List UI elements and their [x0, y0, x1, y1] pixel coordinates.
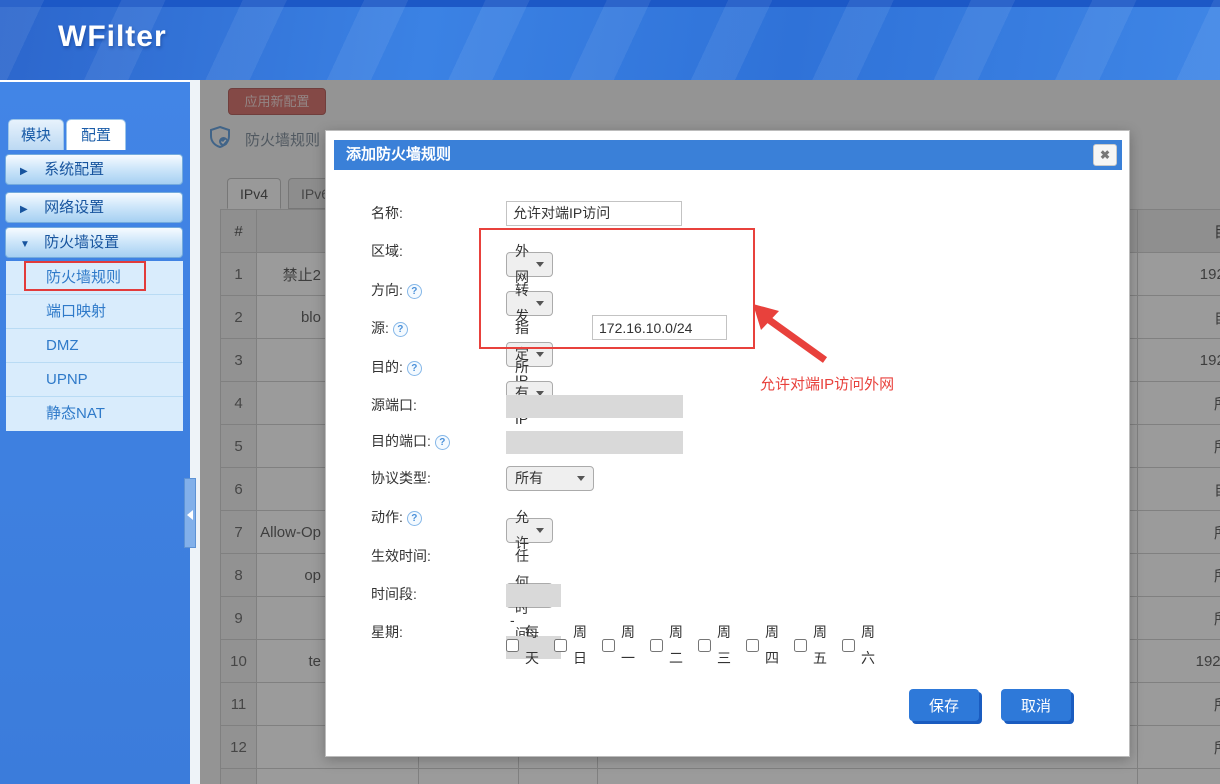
sidebar-group-label: 系统配置: [44, 161, 104, 178]
weekday-checkbox-thu[interactable]: [746, 638, 759, 653]
field-row-source: 源: ? 指定IP: [371, 315, 467, 341]
period-start-input-disabled: [506, 584, 561, 607]
chevron-right-icon: ▶: [20, 157, 40, 186]
help-icon[interactable]: ?: [407, 511, 422, 526]
sidebar-tab-modules[interactable]: 模块: [8, 119, 64, 150]
source-port-label: 源端口:: [371, 392, 467, 418]
help-icon[interactable]: ?: [407, 361, 422, 376]
source-port-input-disabled: [506, 395, 683, 418]
action-select[interactable]: 允许: [506, 518, 553, 543]
help-icon[interactable]: ?: [393, 322, 408, 337]
sidebar-item-port-mapping[interactable]: 端口映射: [6, 295, 183, 329]
weekday-option: 周二: [650, 619, 685, 671]
weekday-checkbox-everyday[interactable]: [506, 638, 519, 653]
field-row-dport: 目的端口: ?: [371, 428, 467, 454]
save-button[interactable]: 保存: [909, 689, 979, 721]
field-row-effective-time: 生效时间: 任何时间: [371, 543, 467, 569]
field-row-dest: 目的: ? 所有IP: [371, 354, 467, 380]
banner-top-strip: [0, 0, 1220, 7]
field-row-weekdays: 星期: 每天 周日 周一 周二 周三 周四 周五 周六: [371, 619, 467, 645]
rule-name-input[interactable]: [506, 201, 682, 226]
close-icon: ✖: [1100, 148, 1110, 162]
field-row-period: 时间段: -: [371, 581, 467, 607]
field-row-action: 动作: ? 允许: [371, 504, 467, 530]
chevron-right-icon: ▶: [20, 195, 40, 224]
annotation-text: 允许对端IP访问外网: [760, 373, 894, 394]
sidebar-group-network-settings[interactable]: ▶ 网络设置: [5, 192, 183, 223]
weekday-checkbox-fri[interactable]: [794, 638, 807, 653]
direction-label: 方向:: [371, 282, 403, 298]
effective-time-label: 生效时间:: [371, 543, 467, 569]
zone-select[interactable]: 外网: [506, 252, 553, 277]
source-ip-input[interactable]: [592, 315, 727, 340]
sidebar-item-dmz[interactable]: DMZ: [6, 329, 183, 363]
field-row-name: 名称:: [371, 200, 467, 226]
field-row-zone: 区域: 外网: [371, 238, 467, 264]
weekday-checkbox-mon[interactable]: [602, 638, 615, 653]
dest-port-label: 目的端口:: [371, 433, 431, 449]
direction-select[interactable]: 转发: [506, 291, 553, 316]
weekday-checkbox-wed[interactable]: [698, 638, 711, 653]
weekday-option: 周五: [794, 619, 829, 671]
dest-port-input-disabled: [506, 431, 683, 454]
wfilter-logo: WFilter: [58, 20, 167, 54]
weekday-option: 周四: [746, 619, 781, 671]
cancel-button[interactable]: 取消: [1001, 689, 1071, 721]
weekday-label: 星期:: [371, 619, 467, 645]
field-row-direction: 方向: ? 转发: [371, 277, 467, 303]
weekday-option: 周六: [842, 619, 877, 671]
sidebar-group-label: 网络设置: [44, 199, 104, 216]
add-firewall-rule-modal: 添加防火墙规则 ✖ 名称: 区域: 外网 方向: ? 转发 源: ? 指定IP …: [325, 130, 1130, 757]
chevron-down-icon: [536, 262, 544, 267]
protocol-select[interactable]: 所有: [506, 466, 594, 491]
top-banner: [0, 0, 1220, 80]
sidebar-tab-config[interactable]: 配置: [66, 119, 126, 150]
action-label: 动作:: [371, 509, 403, 525]
modal-header: 添加防火墙规则 ✖: [334, 140, 1122, 170]
chevron-down-icon: [577, 476, 585, 481]
protocol-label: 协议类型:: [371, 465, 467, 491]
wfilter-app: WFilter 模块 配置 ▶ 系统配置 ▶ 网络设置 ▼ 防火墙设置 防火墙规…: [0, 0, 1220, 784]
weekday-option: 周一: [602, 619, 637, 671]
field-row-sport: 源端口:: [371, 392, 467, 418]
chevron-down-icon: [536, 528, 544, 533]
source-label: 源:: [371, 320, 389, 336]
weekday-option: 每天: [506, 619, 541, 671]
dest-label: 目的:: [371, 359, 403, 375]
chevron-down-icon: ▼: [20, 230, 40, 259]
weekday-checkbox-sun[interactable]: [554, 638, 567, 653]
sidebar-item-firewall-rules[interactable]: 防火墙规则: [6, 261, 183, 295]
sidebar-divider: [190, 80, 200, 784]
sidebar-submenu: 防火墙规则 端口映射 DMZ UPNP 静态NAT: [6, 261, 183, 431]
period-label: 时间段:: [371, 581, 467, 607]
field-row-protocol: 协议类型: 所有: [371, 465, 467, 491]
close-button[interactable]: ✖: [1093, 144, 1117, 166]
sidebar-group-label: 防火墙设置: [44, 234, 119, 251]
help-icon[interactable]: ?: [435, 435, 450, 450]
sidebar-group-system-config[interactable]: ▶ 系统配置: [5, 154, 183, 185]
sidebar-collapse-handle[interactable]: [184, 478, 196, 548]
sidebar-item-upnp[interactable]: UPNP: [6, 363, 183, 397]
modal-title: 添加防火墙规则: [334, 140, 1122, 170]
weekday-option: 周三: [698, 619, 733, 671]
sidebar-group-firewall-settings[interactable]: ▼ 防火墙设置: [5, 227, 183, 258]
weekday-checkbox-tue[interactable]: [650, 638, 663, 653]
zone-label: 区域:: [371, 238, 467, 264]
weekday-checkbox-sat[interactable]: [842, 638, 855, 653]
sidebar-item-static-nat[interactable]: 静态NAT: [6, 397, 183, 431]
help-icon[interactable]: ?: [407, 284, 422, 299]
name-label: 名称:: [371, 200, 467, 226]
sidebar: 模块 配置 ▶ 系统配置 ▶ 网络设置 ▼ 防火墙设置 防火墙规则 端口映射 D…: [0, 80, 190, 784]
weekday-option: 周日: [554, 619, 589, 671]
chevron-left-icon: [187, 510, 193, 520]
chevron-down-icon: [536, 301, 544, 306]
